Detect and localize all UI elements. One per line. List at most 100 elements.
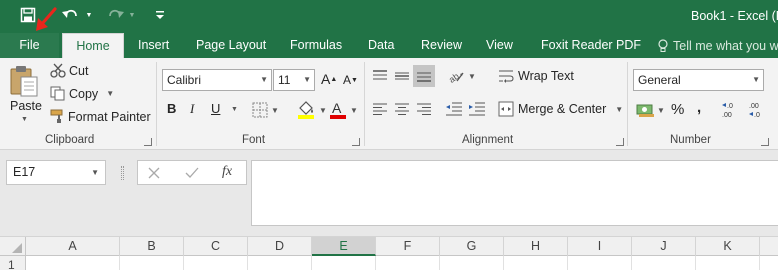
formula-input[interactable] xyxy=(251,160,778,226)
gridline xyxy=(567,256,568,270)
name-box-dropdown-icon[interactable]: ▼ xyxy=(91,161,99,184)
gridline xyxy=(247,256,248,270)
align-left-icon[interactable] xyxy=(372,103,388,115)
clipboard-group-label: Clipboard xyxy=(45,134,95,146)
merge-center-label: Merge & Center xyxy=(518,102,607,116)
font-launcher-icon[interactable] xyxy=(352,138,360,146)
orientation-dropdown-icon[interactable]: ▼ xyxy=(468,72,476,81)
paste-dropdown-icon[interactable]: ▼ xyxy=(21,116,28,123)
underline-dropdown-icon[interactable]: ▼ xyxy=(231,106,238,113)
comma-style-button[interactable]: , xyxy=(697,99,701,116)
fill-color-dropdown-icon[interactable]: ▼ xyxy=(319,106,327,115)
paste-button[interactable]: Paste xyxy=(10,99,42,113)
merge-center-icon xyxy=(498,101,514,117)
font-size-combo[interactable]: 11 ▼ xyxy=(273,69,315,91)
accounting-format-icon[interactable]: ▼ xyxy=(636,102,665,118)
font-name-dropdown-icon[interactable]: ▼ xyxy=(260,70,268,90)
font-size-dropdown-icon[interactable]: ▼ xyxy=(303,70,311,90)
alignment-launcher-icon[interactable] xyxy=(616,138,624,146)
tab-data[interactable]: Data xyxy=(368,33,394,58)
customize-qat-icon[interactable] xyxy=(152,4,168,26)
column-header[interactable]: I xyxy=(568,237,632,256)
increase-font-size-icon[interactable]: A ▲ xyxy=(321,71,337,87)
align-top-icon[interactable] xyxy=(372,69,388,83)
column-header-selected[interactable]: E xyxy=(312,237,376,256)
column-header[interactable]: K xyxy=(696,237,760,256)
clipboard-launcher-icon[interactable] xyxy=(144,138,152,146)
column-header[interactable]: J xyxy=(632,237,696,256)
increase-indent-icon[interactable] xyxy=(468,102,486,116)
undo-dropdown-icon[interactable]: ▼ xyxy=(84,4,94,26)
tab-file[interactable]: File xyxy=(0,33,59,58)
lightbulb-icon xyxy=(658,38,668,52)
redo-icon[interactable] xyxy=(104,4,126,26)
copy-button[interactable]: Copy ▼ xyxy=(50,86,114,101)
cancel-icon[interactable] xyxy=(148,167,160,179)
fill-color-icon[interactable]: ▼ xyxy=(296,100,327,120)
column-header[interactable]: G xyxy=(440,237,504,256)
format-painter-label: Format Painter xyxy=(68,109,151,124)
decrease-font-size-icon[interactable]: A ▼ xyxy=(343,73,358,87)
merge-center-dropdown-icon[interactable]: ▼ xyxy=(615,105,623,114)
redo-dropdown-icon[interactable]: ▼ xyxy=(127,4,137,26)
tab-home[interactable]: Home xyxy=(62,33,124,58)
number-format-combo[interactable]: General ▼ xyxy=(633,69,764,91)
gridline xyxy=(119,256,120,270)
name-box[interactable]: E17 ▼ xyxy=(6,160,106,185)
increase-decimal-icon[interactable]: .0.00 xyxy=(721,100,741,120)
align-right-icon[interactable] xyxy=(416,103,432,115)
formula-buttons: fx xyxy=(137,160,247,185)
column-header[interactable]: H xyxy=(504,237,568,256)
column-header[interactable]: F xyxy=(376,237,440,256)
decrease-decimal-icon[interactable]: .00.0 xyxy=(748,100,768,120)
column-header[interactable]: D xyxy=(248,237,312,256)
column-header[interactable]: B xyxy=(120,237,184,256)
orientation-icon[interactable]: ab ▼ xyxy=(447,68,476,84)
ribbon-tabs: File Home Insert Page Layout Formulas Da… xyxy=(0,33,778,58)
tab-foxit-reader-pdf[interactable]: Foxit Reader PDF xyxy=(541,33,641,58)
number-launcher-icon[interactable] xyxy=(761,138,769,146)
tab-view[interactable]: View xyxy=(486,33,513,58)
insert-function-button[interactable]: fx xyxy=(222,164,232,180)
cut-button[interactable]: Cut xyxy=(50,63,88,78)
scissors-icon xyxy=(50,63,66,78)
percent-style-button[interactable]: % xyxy=(671,101,684,118)
italic-button[interactable]: I xyxy=(190,101,194,117)
merge-center-button[interactable]: Merge & Center ▼ xyxy=(498,101,623,117)
tab-insert[interactable]: Insert xyxy=(138,33,169,58)
cell-grid[interactable] xyxy=(26,256,778,270)
column-header[interactable]: A xyxy=(26,237,120,256)
format-painter-button[interactable]: Format Painter xyxy=(50,109,151,124)
ribbon-home: Paste ▼ Cut Copy ▼ Format Painter Clipbo… xyxy=(0,58,778,150)
tab-page-layout[interactable]: Page Layout xyxy=(196,33,266,58)
undo-icon[interactable] xyxy=(59,4,83,26)
tell-me-search[interactable]: Tell me what you w xyxy=(657,33,778,58)
row-header[interactable]: 1 xyxy=(0,256,26,270)
gridline xyxy=(631,256,632,270)
bold-button[interactable]: B xyxy=(167,101,176,116)
paste-icon[interactable] xyxy=(6,63,42,99)
accounting-dropdown-icon[interactable]: ▼ xyxy=(657,106,665,115)
column-header[interactable]: C xyxy=(184,237,248,256)
wrap-text-button[interactable]: Wrap Text xyxy=(498,69,574,83)
tab-formulas[interactable]: Formulas xyxy=(290,33,342,58)
svg-text:A: A xyxy=(332,100,342,116)
align-bottom-icon[interactable] xyxy=(413,65,435,87)
select-all-corner[interactable] xyxy=(0,237,26,256)
font-color-icon[interactable]: A ▼ xyxy=(329,100,358,120)
align-center-icon[interactable] xyxy=(394,103,410,115)
align-middle-icon[interactable] xyxy=(394,69,410,83)
font-color-dropdown-icon[interactable]: ▼ xyxy=(350,106,358,115)
number-format-dropdown-icon[interactable]: ▼ xyxy=(752,70,760,90)
svg-text:.0: .0 xyxy=(754,112,760,119)
font-name-combo[interactable]: Calibri ▼ xyxy=(162,69,272,91)
borders-dropdown-icon[interactable]: ▼ xyxy=(271,106,279,115)
borders-icon[interactable]: ▼ xyxy=(252,102,279,118)
splitter-handle[interactable] xyxy=(121,166,124,180)
decrease-indent-icon[interactable] xyxy=(445,102,463,116)
tell-me-label: Tell me what you w xyxy=(673,38,778,53)
copy-dropdown-icon[interactable]: ▼ xyxy=(106,89,114,98)
enter-check-icon[interactable] xyxy=(185,167,199,179)
tab-review[interactable]: Review xyxy=(421,33,462,58)
underline-button[interactable]: U xyxy=(211,101,220,116)
